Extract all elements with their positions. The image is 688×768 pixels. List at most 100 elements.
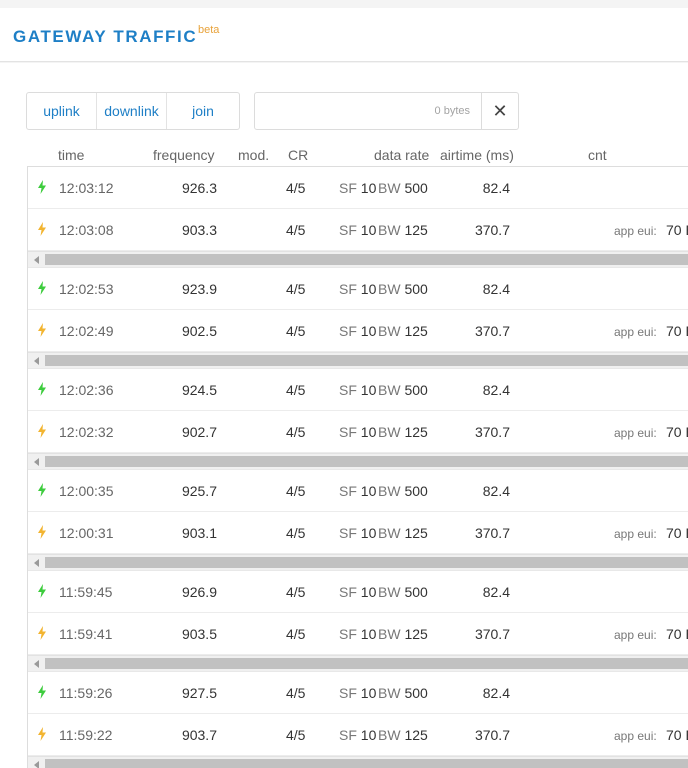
column-header-frequency[interactable]: frequency — [153, 147, 214, 163]
sf-label: SF — [339, 222, 357, 238]
column-header-cnt[interactable]: cnt — [588, 147, 607, 163]
downlink-bolt-icon — [38, 222, 46, 236]
table-header: time frequency mod. CR data rate airtime… — [0, 147, 688, 165]
scrollbar-thumb[interactable] — [45, 456, 688, 467]
cell-spreading-factor: SF 10 — [339, 685, 376, 701]
table-row[interactable]: 11:59:41 903.5 4/5 SF 10 BW 125 370.7 app eui:… — [28, 613, 688, 655]
column-header-cr[interactable]: CR — [288, 147, 308, 163]
scroll-left-arrow-icon[interactable] — [34, 660, 39, 668]
horizontal-scrollbar[interactable] — [28, 453, 688, 469]
filter-uplink-button[interactable]: uplink — [27, 93, 97, 129]
table-row[interactable]: 11:59:22 903.7 4/5 SF 10 BW 125 370.7 app eui:… — [28, 714, 688, 756]
cell-spreading-factor: SF 10 — [339, 483, 376, 499]
scrollbar-thumb[interactable] — [45, 658, 688, 669]
cell-bandwidth: BW 500 — [378, 382, 428, 398]
table-row[interactable]: 12:02:36 924.5 4/5 SF 10 BW 500 82.4 — [28, 369, 688, 411]
cell-spreading-factor: SF 10 — [339, 382, 376, 398]
sf-label: SF — [339, 584, 357, 600]
horizontal-scrollbar[interactable] — [28, 655, 688, 671]
cell-frequency: 926.3 — [181, 180, 217, 196]
bw-label: BW — [378, 584, 401, 600]
scrollbar-thumb[interactable] — [45, 355, 688, 366]
table-row[interactable]: 11:59:45 926.9 4/5 SF 10 BW 500 82.4 — [28, 571, 688, 613]
horizontal-scrollbar[interactable] — [28, 554, 688, 570]
filter-join-button[interactable]: join — [167, 93, 239, 129]
bw-label: BW — [378, 525, 401, 541]
downlink-bolt-icon — [38, 323, 46, 337]
cell-airtime: 82.4 — [482, 382, 510, 398]
bw-value: 500 — [404, 584, 428, 600]
cell-bandwidth: BW 500 — [378, 685, 428, 701]
app-eui-value: 70 E — [666, 222, 688, 238]
table-row[interactable]: 12:02:49 902.5 4/5 SF 10 BW 125 370.7 app eui:… — [28, 310, 688, 352]
cell-frequency: 925.7 — [181, 483, 217, 499]
cell-frequency: 903.5 — [181, 626, 217, 642]
horizontal-scrollbar[interactable] — [28, 756, 688, 768]
cell-frequency: 927.5 — [181, 685, 217, 701]
app-eui-label: app eui: — [614, 224, 657, 238]
sf-value: 10 — [360, 424, 377, 440]
sf-label: SF — [339, 685, 357, 701]
horizontal-scrollbar[interactable] — [28, 251, 688, 267]
cell-bandwidth: BW 500 — [378, 180, 428, 196]
uplink-bolt-icon — [38, 685, 46, 699]
table-row[interactable]: 11:59:26 927.5 4/5 SF 10 BW 500 82.4 — [28, 672, 688, 714]
table-row[interactable]: 12:03:08 903.3 4/5 SF 10 BW 125 370.7 app eui:… — [28, 209, 688, 251]
bw-value: 125 — [404, 626, 428, 642]
bw-value: 500 — [404, 483, 428, 499]
cell-frequency: 923.9 — [181, 281, 217, 297]
bw-value: 125 — [404, 525, 428, 541]
scrollbar-thumb[interactable] — [45, 254, 688, 265]
cell-cr: 4/5 — [286, 525, 306, 541]
table-row[interactable]: 12:00:31 903.1 4/5 SF 10 BW 125 370.7 app eui:… — [28, 512, 688, 554]
column-header-time[interactable]: time — [58, 147, 84, 163]
cell-bandwidth: BW 125 — [378, 525, 428, 541]
cell-airtime: 370.7 — [474, 626, 510, 642]
sf-value: 10 — [360, 525, 377, 541]
bw-label: BW — [378, 180, 401, 196]
clear-filter-button[interactable]: ✕ — [481, 93, 518, 129]
cell-spreading-factor: SF 10 — [339, 180, 376, 196]
cell-bandwidth: BW 125 — [378, 727, 428, 743]
filter-downlink-button[interactable]: downlink — [97, 93, 167, 129]
column-header-airtime[interactable]: airtime (ms) — [440, 147, 514, 163]
scrollbar-thumb[interactable] — [45, 759, 688, 768]
app-eui-value: 70 E — [666, 626, 688, 642]
cell-spreading-factor: SF 10 — [339, 222, 376, 238]
table-row[interactable]: 12:02:32 902.7 4/5 SF 10 BW 125 370.7 app eui:… — [28, 411, 688, 453]
scroll-left-arrow-icon[interactable] — [34, 256, 39, 264]
table-row[interactable]: 12:02:53 923.9 4/5 SF 10 BW 500 82.4 — [28, 268, 688, 310]
table-row[interactable]: 12:00:35 925.7 4/5 SF 10 BW 500 82.4 — [28, 470, 688, 512]
app-eui-value: 70 E — [666, 424, 688, 440]
bw-label: BW — [378, 323, 401, 339]
direction-filter-group: uplink downlink join — [26, 92, 240, 130]
payload-filter-box[interactable]: 0 bytes ✕ — [254, 92, 519, 130]
scroll-left-arrow-icon[interactable] — [34, 761, 39, 768]
bw-value: 125 — [404, 424, 428, 440]
cell-cr: 4/5 — [286, 424, 306, 440]
scroll-left-arrow-icon[interactable] — [34, 559, 39, 567]
cell-bandwidth: BW 500 — [378, 281, 428, 297]
table-row[interactable]: 12:03:12 926.3 4/5 SF 10 BW 500 82.4 — [28, 167, 688, 209]
horizontal-scrollbar[interactable] — [28, 352, 688, 368]
bw-label: BW — [378, 424, 401, 440]
byte-count-label: 0 bytes — [434, 105, 470, 117]
downlink-bolt-icon — [38, 626, 46, 640]
app-eui-label: app eui: — [614, 628, 657, 642]
cell-time: 11:59:45 — [59, 584, 113, 600]
scroll-left-arrow-icon[interactable] — [34, 357, 39, 365]
cell-cr: 4/5 — [286, 222, 306, 238]
cell-frequency: 902.5 — [181, 323, 217, 339]
cell-airtime: 82.4 — [482, 281, 510, 297]
scrollbar-thumb[interactable] — [45, 557, 688, 568]
bw-value: 125 — [404, 727, 428, 743]
column-header-data-rate[interactable]: data rate — [374, 147, 429, 163]
column-header-mod[interactable]: mod. — [238, 147, 269, 163]
cell-time: 12:03:12 — [59, 180, 114, 196]
sf-label: SF — [339, 483, 357, 499]
scroll-left-arrow-icon[interactable] — [34, 458, 39, 466]
cell-time: 11:59:41 — [59, 626, 113, 642]
app-eui-value: 70 E — [666, 727, 688, 743]
sf-value: 10 — [360, 626, 377, 642]
message-group: 12:02:36 924.5 4/5 SF 10 BW 500 82.4 12:02:32 9… — [28, 369, 688, 470]
